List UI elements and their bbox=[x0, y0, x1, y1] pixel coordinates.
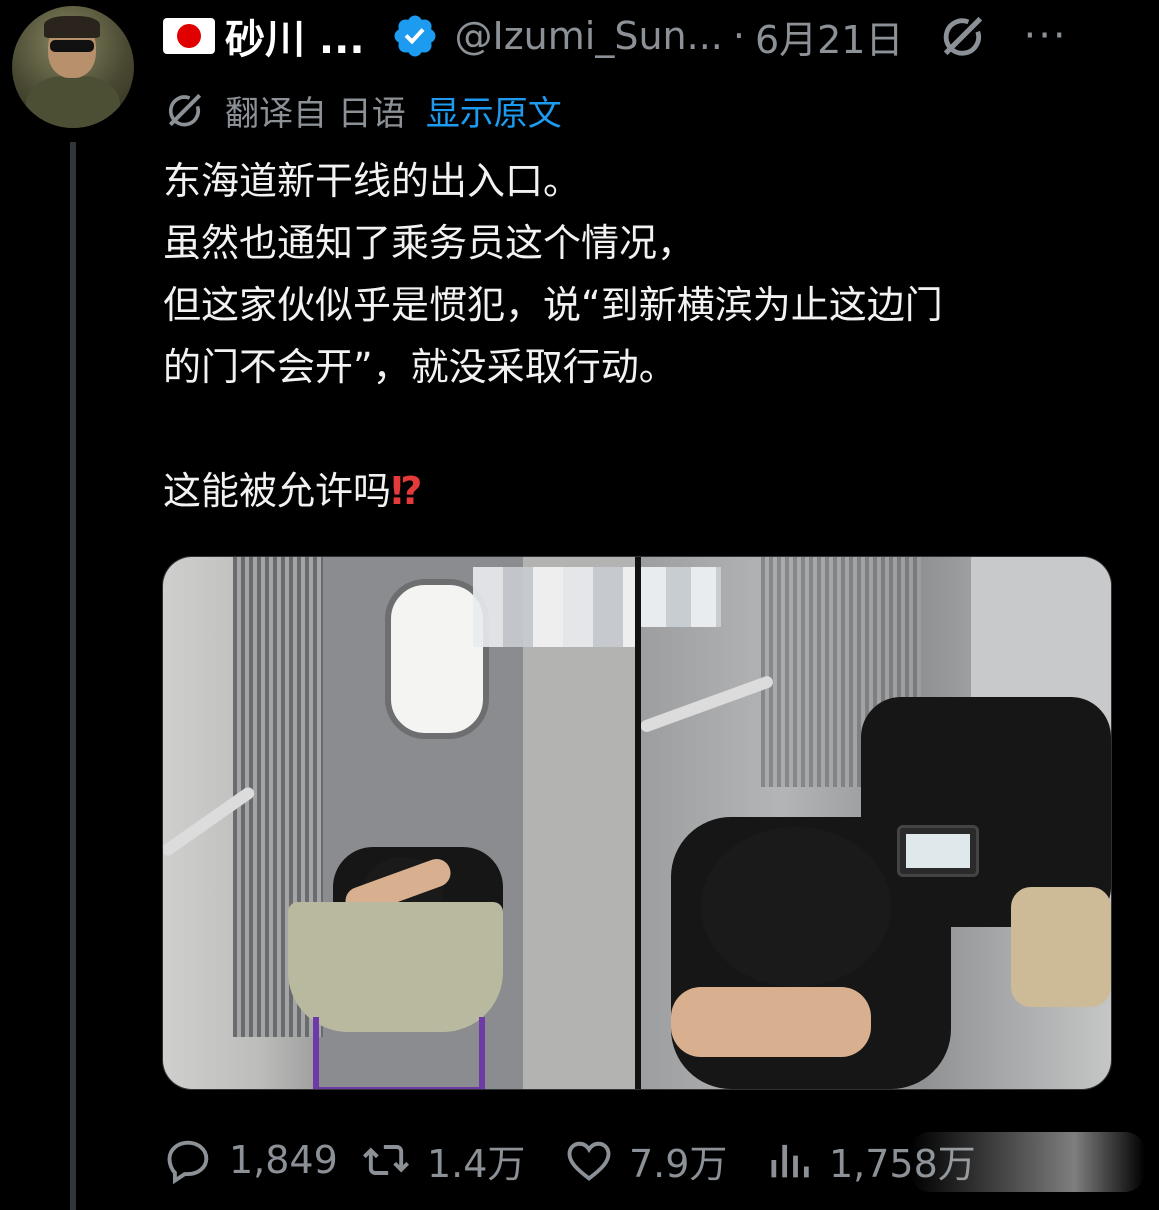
tweet-header: 砂川 ... @Izumi_Sun... · 6月21日 ··· bbox=[163, 8, 1068, 64]
media-grid[interactable] bbox=[162, 556, 1112, 1090]
show-original-link[interactable]: 显示原文 bbox=[426, 86, 562, 135]
tweet-line: 东海道新干线的出入口。 bbox=[163, 159, 582, 203]
tweet-text: 东海道新干线的出入口。 虽然也通知了乘务员这个情况， 但这家伙似乎是惯犯，说“到… bbox=[163, 150, 1123, 522]
chair-edge bbox=[1011, 887, 1111, 1007]
avatar[interactable] bbox=[12, 6, 134, 128]
grok-icon[interactable] bbox=[937, 10, 989, 62]
folding-chair bbox=[288, 902, 503, 1032]
display-name[interactable]: 砂川 ... bbox=[225, 7, 365, 65]
tweet-line: 虽然也通知了乘务员这个情况， bbox=[163, 221, 696, 265]
jp-flag-icon bbox=[163, 18, 215, 54]
train-door-photo-left[interactable] bbox=[163, 557, 635, 1089]
retweet-button[interactable]: 1.4万 bbox=[359, 1132, 525, 1188]
separator-dot: · bbox=[732, 14, 745, 58]
tweet-line-gap bbox=[163, 398, 1123, 460]
like-button[interactable]: 7.9万 bbox=[563, 1132, 727, 1188]
watermark bbox=[910, 1132, 1145, 1192]
verified-badge-icon bbox=[394, 15, 436, 57]
reply-icon bbox=[167, 1140, 209, 1185]
thread-line bbox=[70, 142, 76, 1210]
heart-icon bbox=[567, 1141, 611, 1181]
tweet-line-last: 这能被允许吗⁉ bbox=[163, 460, 1123, 522]
blurred-area bbox=[473, 567, 635, 647]
exclamation-question-emoji-icon: ⁉ bbox=[391, 469, 423, 513]
person-arms bbox=[671, 987, 871, 1057]
avatar-sunglasses bbox=[50, 40, 94, 52]
avatar-hair bbox=[44, 16, 100, 38]
person-hair bbox=[701, 827, 891, 987]
handle[interactable]: @Izumi_Sun... bbox=[455, 14, 723, 58]
tweet-line: 的门不会开”，就没采取行动。 bbox=[163, 345, 677, 389]
more-options-icon[interactable]: ··· bbox=[1023, 13, 1067, 59]
chair-legs bbox=[313, 1017, 485, 1089]
reply-button[interactable]: 1,849 bbox=[163, 1132, 338, 1188]
handrail bbox=[641, 674, 775, 734]
reply-count: 1,849 bbox=[229, 1138, 338, 1182]
phone bbox=[897, 825, 979, 877]
views-chart-icon bbox=[771, 1144, 809, 1178]
tweet-line-text: 这能被允许吗 bbox=[163, 469, 392, 513]
retweet-count: 1.4万 bbox=[427, 1141, 526, 1186]
tweet-line: 但这家伙似乎是惯犯，说“到新横滨为止这边门 bbox=[163, 283, 943, 327]
translation-row: 翻译自 日语 显示原文 bbox=[163, 84, 562, 136]
like-count: 7.9万 bbox=[629, 1141, 728, 1186]
translated-from-label: 翻译自 日语 bbox=[225, 93, 406, 134]
avatar-body bbox=[26, 76, 120, 128]
tweet-date[interactable]: 6月21日 bbox=[755, 9, 904, 64]
retweet-icon bbox=[362, 1145, 410, 1175]
train-door-photo-right[interactable] bbox=[641, 557, 1111, 1089]
translate-icon bbox=[168, 93, 202, 127]
blurred-area bbox=[641, 567, 721, 627]
